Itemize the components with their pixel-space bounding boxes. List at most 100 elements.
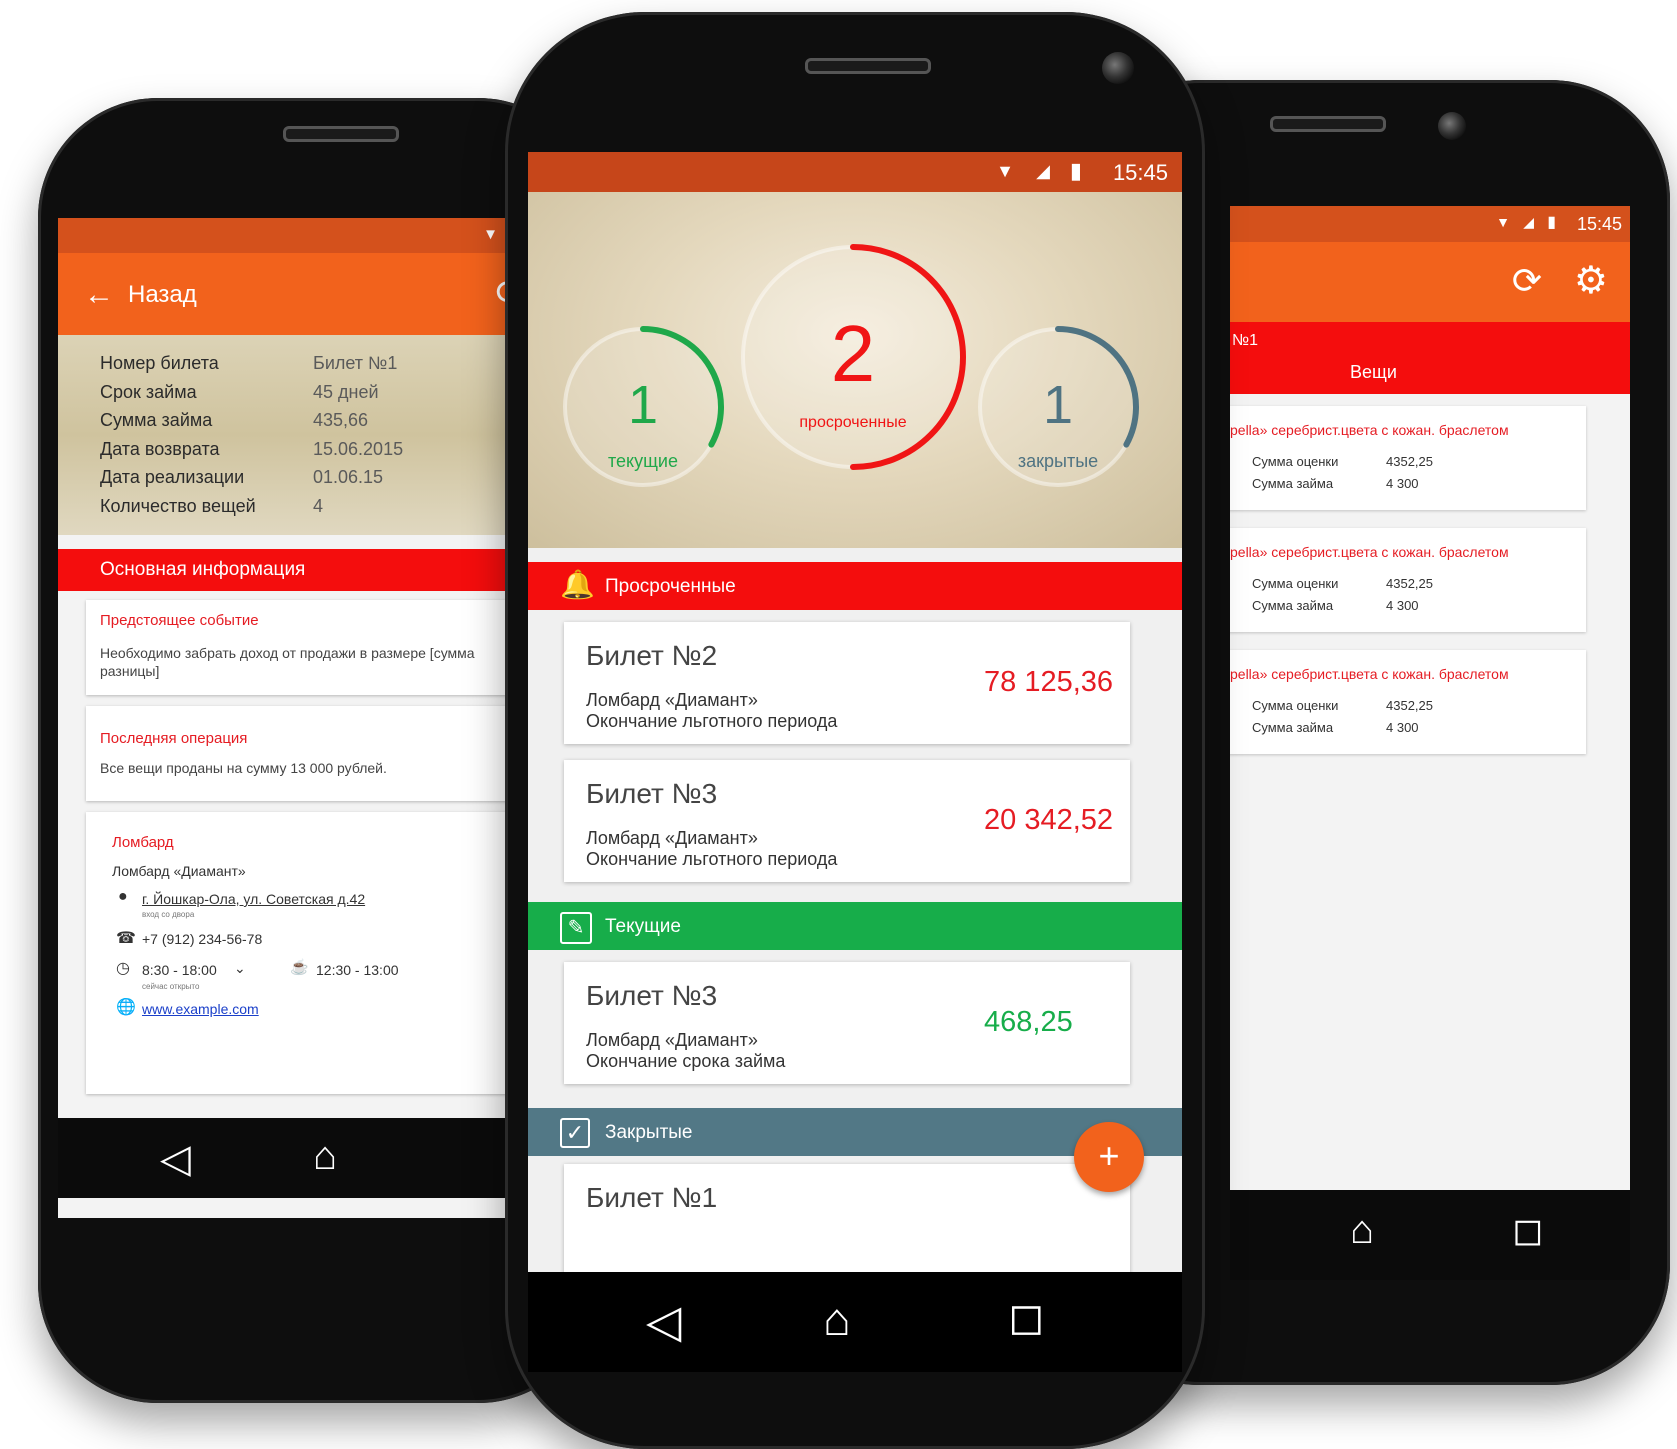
- item-card[interactable]: pella» серебрист.цвета с кожан. браслето…: [1230, 406, 1586, 510]
- stats-header: 1 текущие 2 просроченные 1 закрытые: [528, 192, 1182, 548]
- detail-label: Дата реализации: [100, 467, 245, 487]
- pawnshop-name: Ломбард «Диамант»: [112, 863, 246, 879]
- detail-label: Количество вещей: [100, 495, 256, 516]
- wifi-icon: ▼: [483, 226, 498, 243]
- ticket-amount: 468,25: [984, 1006, 1073, 1038]
- section-current-title: Текущие: [605, 916, 681, 937]
- ticket-pawnshop: Ломбард «Диамант»: [586, 1030, 758, 1050]
- left-phone-speaker: [283, 126, 399, 142]
- pawnshop-address[interactable]: г. Йошкар-Ола, ул. Советская д.42: [142, 891, 365, 907]
- home-nav-icon[interactable]: ⌂: [823, 1292, 851, 1346]
- clock-icon: ◷: [116, 960, 130, 977]
- loan-value: 4 300: [1386, 598, 1419, 613]
- pawnshop-title: Ломбард: [112, 834, 174, 851]
- left-nav-bar: ◁ ⌂: [58, 1118, 528, 1198]
- ticket-amount: 20 342,52: [984, 804, 1114, 836]
- right-nav-bar: ⌂ ◻: [1230, 1190, 1630, 1280]
- section-main-info: Основная информация: [58, 549, 528, 591]
- website-link[interactable]: www.example.com: [142, 1001, 259, 1017]
- status-bar: ▼ ◢ ▮ 15:45: [528, 152, 1182, 192]
- section-main-info-title: Основная информация: [100, 559, 306, 580]
- section-overdue-title: Просроченные: [605, 576, 736, 597]
- appraisal-label: Сумма оценки: [1252, 576, 1339, 591]
- ticket-card[interactable]: Билет №3 Ломбард «Диамант» Окончание льгот…: [564, 760, 1130, 882]
- tab-items[interactable]: Вещи: [1350, 362, 1397, 383]
- center-phone-camera: [1102, 52, 1134, 84]
- coffee-cup-icon: ☕: [290, 959, 309, 976]
- hours-note: сейчас открыто: [142, 982, 200, 991]
- toolbar: ⟳ ⚙: [1230, 242, 1630, 322]
- detail-value: 15.06.2015: [313, 438, 404, 459]
- bell-icon: 🔔: [560, 569, 595, 600]
- address-note: вход со двора: [142, 910, 195, 919]
- ticket-status: Окончание льготного периода: [586, 849, 838, 869]
- status-time: 15:45: [1576, 214, 1622, 234]
- detail-label: Дата возврата: [100, 438, 220, 459]
- home-nav-icon[interactable]: ⌂: [313, 1134, 337, 1179]
- upcoming-event-text: Необходимо забрать доход от продажи в ра…: [100, 645, 475, 679]
- ticket-card[interactable]: Билет №3 Ломбард «Диамант» Окончание срока…: [564, 962, 1130, 1084]
- stat-ring[interactable]: 1 текущие: [563, 326, 724, 487]
- loan-label: Сумма займа: [1252, 598, 1334, 613]
- ticket-title: Билет №3: [586, 980, 718, 1011]
- fab-add-button[interactable]: +: [1074, 1122, 1144, 1192]
- chevron-down-icon[interactable]: ⌄: [234, 960, 246, 977]
- stats-rings: 1 текущие 2 просроченные 1 закрытые: [563, 244, 1139, 487]
- appraisal-value: 4352,25: [1386, 454, 1433, 469]
- recents-nav-icon[interactable]: ◻: [1008, 1292, 1045, 1343]
- edit-icon: ✎: [560, 912, 592, 944]
- item-title: pella» серебрист.цвета с кожан. браслето…: [1230, 422, 1509, 438]
- recents-nav-icon[interactable]: ◻: [1512, 1208, 1544, 1253]
- pawnshop-phone[interactable]: +7 (912) 234-56-78: [142, 931, 262, 947]
- working-hours: 8:30 - 18:00: [142, 962, 217, 978]
- detail-value: 435,66: [313, 410, 369, 430]
- right-phone-screen: ▼ ◢ ▮ 15:45 ⟳ ⚙ №1 Вещи pella» серебрист…: [1230, 206, 1630, 1206]
- item-title: pella» серебрист.цвета с кожан. браслето…: [1230, 544, 1509, 560]
- section-overdue: 🔔 Просроченные: [528, 562, 1182, 610]
- item-card[interactable]: pella» серебрист.цвета с кожан. браслето…: [1230, 528, 1586, 632]
- status-time: 15:45: [1112, 160, 1168, 185]
- items-header: №1 Вещи: [1230, 322, 1630, 394]
- ticket-amount: 78 125,36: [984, 666, 1114, 698]
- stat-label: текущие: [608, 451, 678, 471]
- ticket-pawnshop: Ломбард «Диамант»: [586, 828, 758, 848]
- loan-label: Сумма займа: [1252, 720, 1334, 735]
- battery-icon: ▮: [1547, 214, 1556, 231]
- back-button[interactable]: ← Назад: [84, 275, 197, 315]
- home-nav-icon[interactable]: ⌂: [1350, 1208, 1374, 1253]
- refresh-icon[interactable]: ⟳: [1512, 260, 1542, 302]
- stat-count: 1: [1043, 375, 1073, 435]
- section-current: ✎ Текущие: [528, 902, 1182, 950]
- ticket-card[interactable]: Билет №1: [564, 1164, 1130, 1272]
- signal-icon: ◢: [1036, 161, 1050, 181]
- loan-value: 4 300: [1386, 720, 1419, 735]
- ticket-title: Билет №2: [586, 640, 718, 671]
- detail-value: Билет №1: [313, 353, 398, 373]
- break-hours: 12:30 - 13:00: [316, 962, 399, 978]
- gear-icon[interactable]: ⚙: [1574, 258, 1608, 303]
- appraisal-value: 4352,25: [1386, 698, 1433, 713]
- wifi-icon: ▼: [1496, 214, 1510, 230]
- upcoming-event-card: Предстоящее событие Необходимо забрать д…: [86, 600, 528, 695]
- stat-ring[interactable]: 1 закрытые: [978, 326, 1139, 487]
- stat-ring[interactable]: 2 просроченные: [741, 244, 966, 470]
- ticket-card[interactable]: Билет №2 Ломбард «Диамант» Окончание льгот…: [564, 622, 1130, 744]
- ticket-status: Окончание льготного периода: [586, 711, 838, 731]
- last-operation-title: Последняя операция: [100, 730, 248, 747]
- back-nav-icon[interactable]: ◁: [646, 1294, 681, 1348]
- wifi-icon: ▼: [996, 161, 1014, 181]
- status-bar: ▼ ◢ ▮ 15:45: [1230, 206, 1630, 242]
- location-pin-icon: ●: [118, 888, 128, 905]
- back-nav-icon[interactable]: ◁: [160, 1136, 191, 1182]
- right-phone-camera: [1438, 112, 1466, 140]
- signal-icon: ◢: [1523, 214, 1534, 230]
- upcoming-event-title: Предстоящее событие: [100, 612, 259, 629]
- plus-icon: +: [1098, 1135, 1120, 1176]
- center-nav-bar: ◁ ⌂ ◻: [528, 1272, 1182, 1372]
- checkbox-icon: ✓: [560, 1118, 590, 1148]
- right-phone-speaker: [1270, 116, 1386, 132]
- pawnshop-card: Ломбард Ломбард «Диамант» ● г. Йошкар-Ол…: [86, 812, 528, 1094]
- item-card[interactable]: pella» серебрист.цвета с кожан. браслето…: [1230, 650, 1586, 754]
- center-phone: ▼ ◢ ▮ 15:45 1 текущие 2 просроченные 1 закрыт…: [505, 12, 1205, 1449]
- detail-label: Сумма займа: [100, 410, 213, 430]
